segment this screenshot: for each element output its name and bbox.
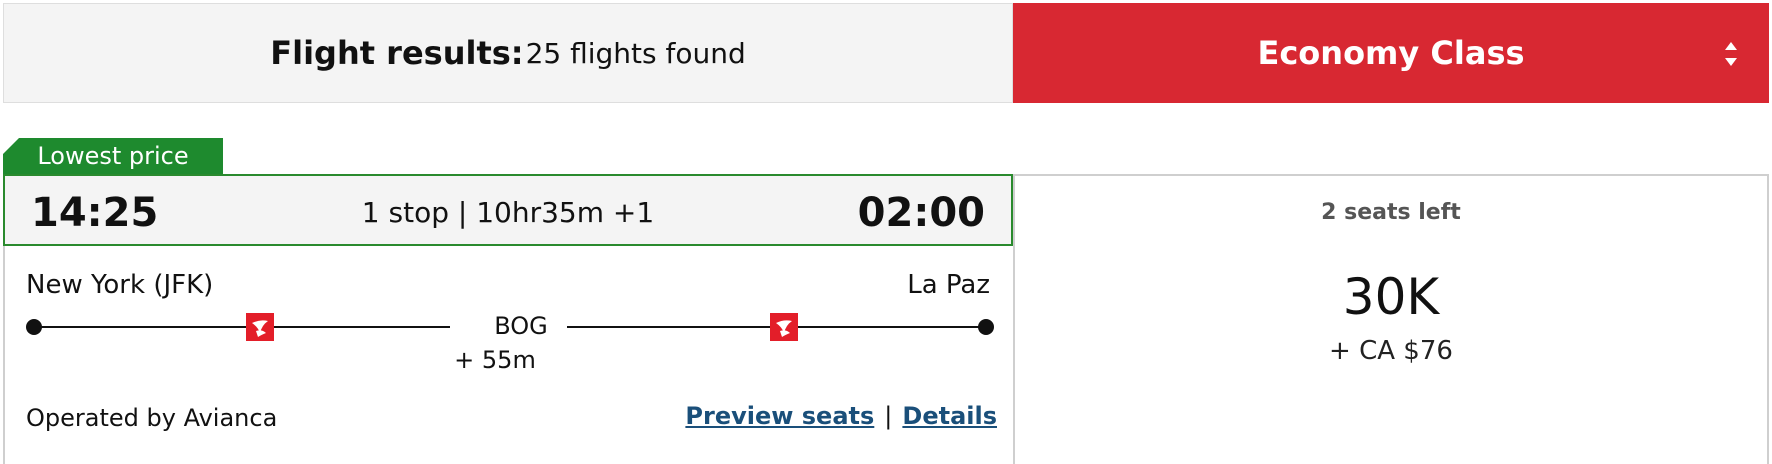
results-count: 25 flights found: [525, 36, 746, 70]
route-line: BOG: [26, 312, 994, 342]
avianca-logo-icon: [246, 313, 274, 341]
stop-code: BOG: [494, 312, 548, 340]
sort-arrows-icon: [1725, 42, 1737, 66]
fare-points: 30K: [1342, 268, 1440, 326]
badge-notch: [3, 138, 19, 154]
cabin-class-select[interactable]: Economy Class: [1013, 3, 1769, 103]
badge-label: Lowest price: [37, 142, 189, 170]
fare-option[interactable]: 2 seats left 30K + CA $76: [1013, 174, 1769, 464]
preview-seats-link[interactable]: Preview seats: [685, 402, 874, 430]
flight-times-row: 14:25 1 stop | 10hr35m +1 02:00: [3, 174, 1013, 246]
flight-links: Preview seats | Details: [685, 402, 997, 430]
destination-dot: [978, 319, 994, 335]
lowest-price-badge: Lowest price: [3, 138, 223, 174]
results-label: Flight results:: [270, 34, 524, 72]
details-link[interactable]: Details: [902, 402, 997, 430]
route-segment-1a: [34, 326, 246, 328]
route-segment-1b: [274, 326, 450, 328]
seats-left: 2 seats left: [1321, 200, 1461, 225]
fare-cash: + CA $76: [1329, 336, 1453, 366]
cabin-class-label: Economy Class: [1257, 34, 1525, 72]
operator-text: Operated by Avianca: [26, 404, 278, 432]
layover-duration: + 55m: [454, 346, 536, 374]
arrival-time: 02:00: [857, 190, 985, 236]
results-header: Flight results: 25 flights found: [3, 3, 1013, 103]
origin-city: New York (JFK): [26, 270, 214, 300]
destination-city: La Paz: [907, 270, 990, 300]
route-segment-2a: [567, 326, 770, 328]
avianca-logo-icon: [770, 313, 798, 341]
link-separator: |: [884, 402, 893, 430]
route-segment-2b: [798, 326, 992, 328]
